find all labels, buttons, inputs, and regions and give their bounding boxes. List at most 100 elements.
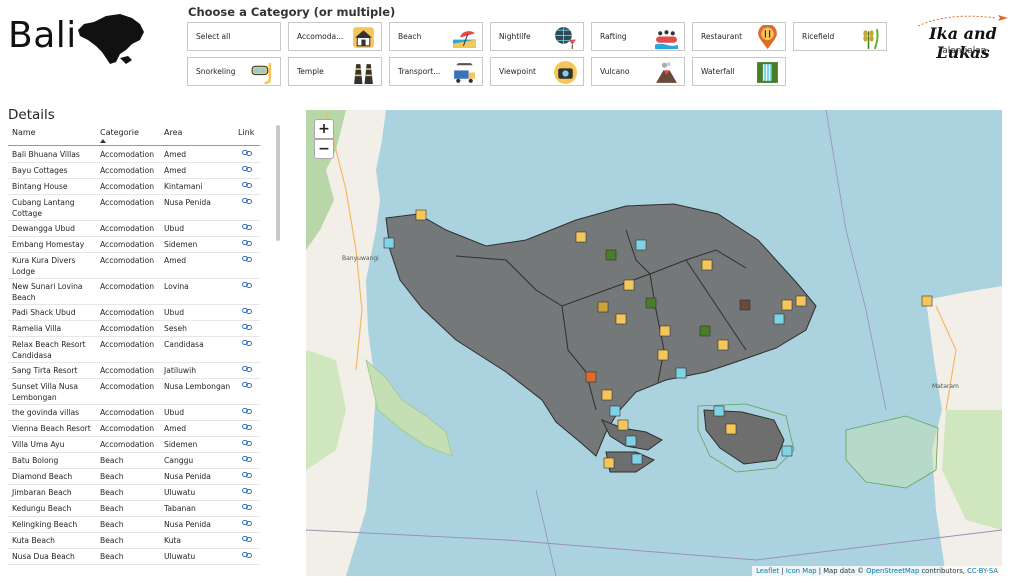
cell-link[interactable]: [242, 307, 254, 318]
table-row[interactable]: Villa Uma Ayu Accomodation Sidemen: [8, 437, 260, 453]
link-icon[interactable]: [242, 381, 252, 389]
cell-link[interactable]: [242, 487, 254, 498]
cell-category: Accomodation: [100, 166, 155, 175]
column-header-name[interactable]: Name: [12, 128, 36, 137]
category-waterfall-button[interactable]: Waterfall: [692, 57, 786, 86]
cell-link[interactable]: [242, 165, 254, 176]
column-header-category[interactable]: Categorie: [100, 128, 139, 137]
cell-link[interactable]: [242, 423, 254, 434]
cell-link[interactable]: [242, 255, 254, 266]
cell-link[interactable]: [242, 149, 254, 160]
cell-link[interactable]: [242, 223, 254, 234]
category-temple-button[interactable]: Temple: [288, 57, 382, 86]
category-beach-button[interactable]: Beach: [389, 22, 483, 51]
link-icon[interactable]: [242, 323, 252, 331]
link-icon[interactable]: [242, 407, 252, 415]
table-row[interactable]: New Sunari Lovina Beach Accomodation Lovin…: [8, 279, 260, 305]
cell-link[interactable]: [242, 455, 254, 466]
category-accomodation-button[interactable]: Accomoda...: [288, 22, 382, 51]
link-icon[interactable]: [242, 223, 252, 231]
category-restaurant-button[interactable]: Restaurant: [692, 22, 786, 51]
cell-link[interactable]: [242, 551, 254, 562]
link-icon[interactable]: [242, 503, 252, 511]
cell-link[interactable]: [242, 281, 254, 292]
column-header-link[interactable]: Link: [238, 128, 254, 137]
table-row[interactable]: Vienna Beach Resort Accomodation Amed: [8, 421, 260, 437]
category-select-all-button[interactable]: Select all: [187, 22, 281, 51]
table-row[interactable]: Embang Homestay Accomodation Sidemen: [8, 237, 260, 253]
cell-link[interactable]: [242, 471, 254, 482]
link-icon[interactable]: [242, 149, 252, 157]
cell-link[interactable]: [242, 503, 254, 514]
table-row[interactable]: Bayu Cottages Accomodation Amed: [8, 163, 260, 179]
link-icon[interactable]: [242, 239, 252, 247]
link-icon[interactable]: [242, 535, 252, 543]
link-icon[interactable]: [242, 455, 252, 463]
leaflet-link[interactable]: Leaflet: [756, 567, 779, 575]
table-row[interactable]: Jimbaran Beach Beach Uluwatu: [8, 485, 260, 501]
cell-link[interactable]: [242, 323, 254, 334]
table-row[interactable]: Diamond Beach Beach Nusa Penida: [8, 469, 260, 485]
link-icon[interactable]: [242, 487, 252, 495]
map-view[interactable]: Banyuwangi Mataram + − Leaflet | Icon Ma…: [306, 110, 1002, 576]
table-row[interactable]: Padi Shack Ubud Accomodation Ubud: [8, 305, 260, 321]
table-row[interactable]: Sunset Villa Nusa Lembongan Accomodation N…: [8, 379, 260, 405]
category-rafting-button[interactable]: Rafting: [591, 22, 685, 51]
cell-link[interactable]: [242, 439, 254, 450]
table-row[interactable]: Dewangga Ubud Accomodation Ubud: [8, 221, 260, 237]
cell-link[interactable]: [242, 197, 254, 208]
cell-link[interactable]: [242, 339, 254, 350]
link-icon[interactable]: [242, 423, 252, 431]
table-row[interactable]: Batu Bolong Beach Canggu: [8, 453, 260, 469]
link-icon[interactable]: [242, 439, 252, 447]
category-transport-button[interactable]: Transport...: [389, 57, 483, 86]
table-row[interactable]: Kura Kura Divers Lodge Accomodation Amed: [8, 253, 260, 279]
link-icon[interactable]: [242, 281, 252, 289]
osm-link[interactable]: OpenStreetMap: [866, 567, 919, 575]
category-snorkeling-button[interactable]: Snorkeling: [187, 57, 281, 86]
cell-link[interactable]: [242, 407, 254, 418]
map-canvas[interactable]: Banyuwangi Mataram: [306, 110, 1002, 576]
cell-area: Uluwatu: [164, 488, 196, 497]
camera-icon: [554, 61, 577, 84]
table-row[interactable]: Kedungu Beach Beach Tabanan: [8, 501, 260, 517]
cell-link[interactable]: [242, 239, 254, 250]
table-row[interactable]: Kuta Beach Beach Kuta: [8, 533, 260, 549]
table-row[interactable]: Sang Tirta Resort Accomodation Jatiluwih: [8, 363, 260, 379]
link-icon[interactable]: [242, 519, 252, 527]
license-link[interactable]: CC-BY-SA: [967, 567, 998, 575]
cell-link[interactable]: [242, 365, 254, 376]
icon-map-link[interactable]: Icon Map: [786, 567, 817, 575]
category-ricefield-button[interactable]: Ricefield: [793, 22, 887, 51]
cell-link[interactable]: [242, 519, 254, 530]
column-header-area[interactable]: Area: [164, 128, 182, 137]
table-row[interactable]: Bali Bhuana Villas Accomodation Amed: [8, 147, 260, 163]
link-icon[interactable]: [242, 307, 252, 315]
link-icon[interactable]: [242, 181, 252, 189]
link-icon[interactable]: [242, 255, 252, 263]
category-vulcano-button[interactable]: Vulcano: [591, 57, 685, 86]
cell-link[interactable]: [242, 181, 254, 192]
table-row[interactable]: Nusa Dua Beach Beach Uluwatu: [8, 549, 260, 565]
table-row[interactable]: Relax Beach Resort Candidasa Accomodation…: [8, 337, 260, 363]
table-row[interactable]: the govinda villas Accomodation Ubud: [8, 405, 260, 421]
link-icon[interactable]: [242, 471, 252, 479]
table-row[interactable]: Bintang House Accomodation Kintamani: [8, 179, 260, 195]
zoom-in-button[interactable]: +: [314, 119, 334, 139]
category-viewpoint-button[interactable]: Viewpoint: [490, 57, 584, 86]
cell-area: Uluwatu: [164, 552, 196, 561]
link-icon[interactable]: [242, 365, 252, 373]
link-icon[interactable]: [242, 197, 252, 205]
cell-name: Cubang Lantang Cottage: [12, 198, 75, 218]
link-icon[interactable]: [242, 339, 252, 347]
table-row[interactable]: Ramelia Villa Accomodation Seseh: [8, 321, 260, 337]
link-icon[interactable]: [242, 551, 252, 559]
cell-link[interactable]: [242, 535, 254, 546]
cell-link[interactable]: [242, 381, 254, 392]
category-nightlife-button[interactable]: Nightlife: [490, 22, 584, 51]
table-scrollbar[interactable]: [276, 125, 280, 241]
table-row[interactable]: Cubang Lantang Cottage Accomodation Nusa P…: [8, 195, 260, 221]
link-icon[interactable]: [242, 165, 252, 173]
zoom-out-button[interactable]: −: [314, 139, 334, 159]
table-row[interactable]: Kelingking Beach Beach Nusa Penida: [8, 517, 260, 533]
